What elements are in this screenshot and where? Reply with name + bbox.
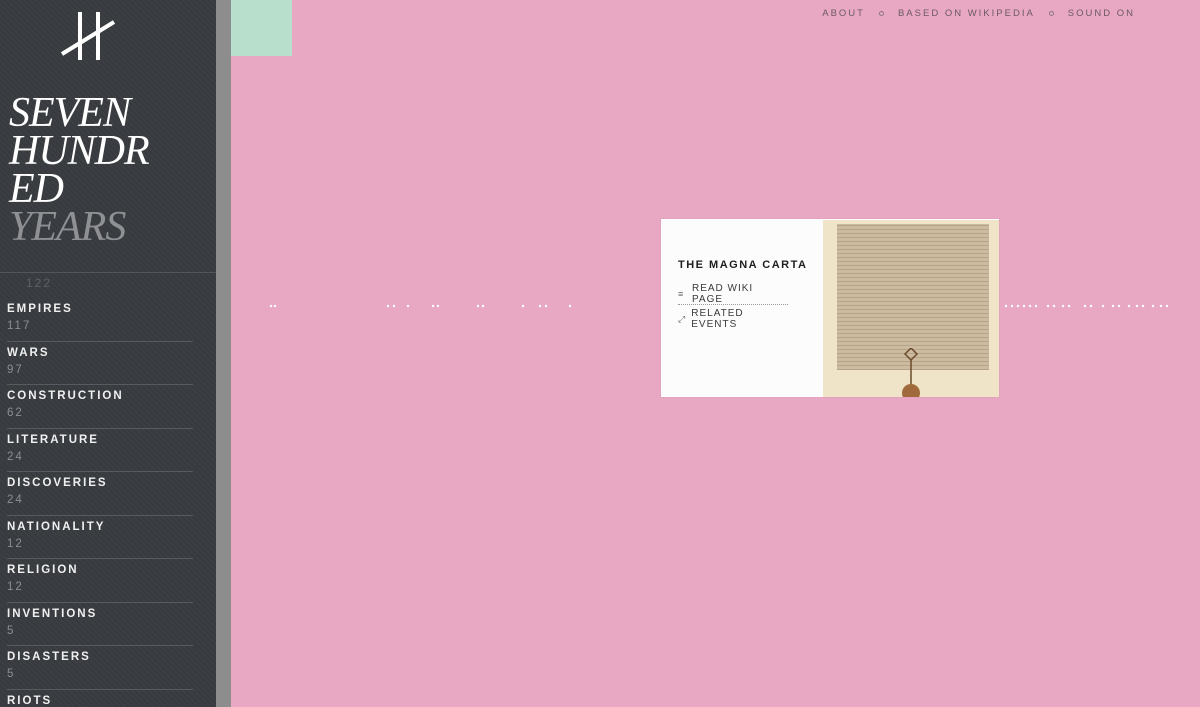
category-name: WARS	[7, 346, 50, 359]
category-item[interactable]: DISASTERS 5	[0, 646, 193, 690]
sidebar-divider	[0, 272, 216, 273]
category-item[interactable]: NATIONALITY 12	[0, 516, 193, 559]
category-name: RIOTS	[7, 694, 53, 707]
category-item[interactable]: CONSTRUCTION 62	[0, 385, 193, 429]
event-card[interactable]: THE MAGNA CARTA ≡ READ WIKI PAGE ⤢ RELAT…	[661, 219, 999, 397]
category-count: 12	[7, 537, 24, 550]
category-name: CONSTRUCTION	[7, 390, 124, 402]
title-line-4: YEARS	[9, 204, 126, 250]
list-icon: ≡	[678, 288, 685, 299]
category-count: 62	[7, 407, 24, 419]
read-wiki-link[interactable]: ≡ READ WIKI PAGE	[678, 283, 788, 305]
sidebar: SEVEN HUNDR ED YEARS 122 EMPIRES 117 WARS 9…	[0, 0, 216, 707]
category-name: NATIONALITY	[7, 520, 106, 533]
wikipedia-link[interactable]: BASED ON WIKIPEDIA	[898, 8, 1035, 19]
separator-icon	[878, 11, 884, 16]
category-item[interactable]: RELIGION 12	[0, 559, 193, 603]
related-events-label: RELATED EVENTS	[691, 308, 744, 330]
category-item[interactable]: EMPIRES 117	[0, 298, 193, 342]
category-name: DISCOVERIES	[7, 477, 108, 489]
accent-square	[231, 0, 292, 56]
seal-icon	[902, 348, 920, 397]
category-count: 24	[7, 494, 24, 506]
sound-toggle[interactable]: SOUND ON	[1068, 8, 1135, 19]
app-title: SEVEN HUNDR ED YEARS	[9, 90, 150, 250]
magna-carta-image	[823, 220, 999, 397]
about-link[interactable]: ABOUT	[822, 8, 865, 19]
title-line-1: SEVEN	[9, 90, 131, 136]
timeline-dots	[1004, 304, 1169, 308]
title-line-3: ED	[9, 166, 64, 212]
category-list: EMPIRES 117 WARS 97 CONSTRUCTION 62 LITERATURE…	[0, 298, 216, 707]
category-count: 97	[7, 363, 24, 376]
link-icon: ⤢	[678, 313, 687, 324]
category-item[interactable]: RIOTS	[0, 690, 193, 707]
category-item[interactable]: LITERATURE 24	[0, 429, 193, 472]
partial-count: 122	[26, 276, 53, 290]
category-name: DISASTERS	[7, 651, 91, 663]
category-count: 117	[7, 320, 32, 332]
event-title: THE MAGNA CARTA	[678, 259, 808, 271]
title-line-2: HUNDR	[9, 128, 150, 174]
category-item[interactable]: INVENTIONS 5	[0, 603, 193, 646]
category-count: 5	[7, 668, 16, 680]
category-count: 5	[7, 624, 16, 637]
category-name: LITERATURE	[7, 433, 99, 446]
category-item[interactable]: WARS 97	[0, 342, 193, 385]
category-name: INVENTIONS	[7, 607, 98, 620]
timeline-dots	[269, 304, 572, 308]
separator-icon	[1048, 11, 1054, 16]
category-name: RELIGION	[7, 564, 79, 576]
read-wiki-label: READ WIKI PAGE	[691, 282, 754, 305]
category-count: 12	[7, 581, 24, 593]
logo-icon[interactable]	[60, 10, 116, 62]
category-name: EMPIRES	[7, 303, 73, 315]
top-nav: ABOUT BASED ON WIKIPEDIA SOUND ON	[822, 8, 1135, 19]
category-count: 24	[7, 450, 24, 463]
category-item[interactable]: DISCOVERIES 24	[0, 472, 193, 516]
sidebar-scrollbar[interactable]	[216, 0, 231, 707]
related-events-link[interactable]: ⤢ RELATED EVENTS	[678, 308, 788, 330]
